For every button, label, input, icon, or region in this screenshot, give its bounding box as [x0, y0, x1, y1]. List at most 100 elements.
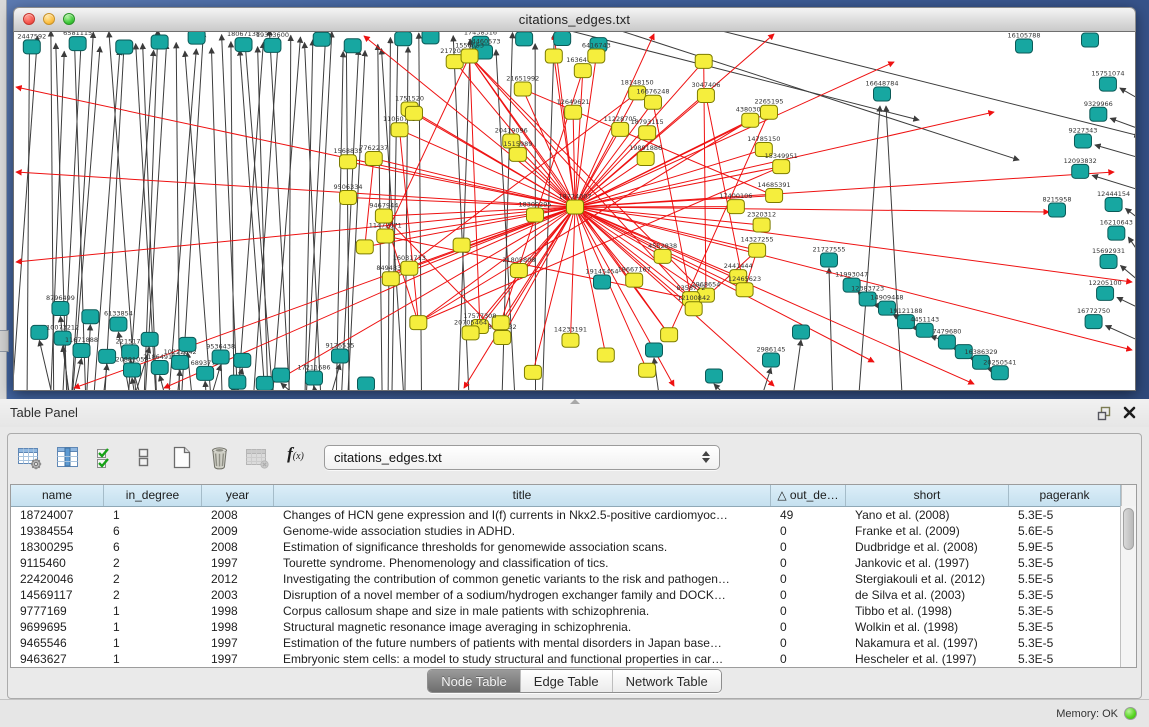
cell-short[interactable]: Tibbo et al. (1998)	[846, 603, 1009, 619]
cell-short[interactable]: Yano et al. (2008)	[846, 507, 1009, 523]
table-row[interactable]: 946362711997Embryonic stem cells: a mode…	[11, 651, 1136, 667]
close-panel-button[interactable]	[1122, 405, 1137, 420]
cell-pagerank[interactable]: 5.3E-5	[1009, 651, 1121, 667]
cell-name[interactable]: 18300295	[11, 539, 104, 555]
cell-name[interactable]: 9777169	[11, 603, 104, 619]
cell-title[interactable]: Embryonic stem cells: a model to study s…	[274, 651, 771, 667]
cell-year[interactable]: 2008	[202, 507, 274, 523]
cell-pagerank[interactable]: 5.3E-5	[1009, 603, 1121, 619]
cell-in_degree[interactable]: 6	[104, 539, 202, 555]
cell-out_degree[interactable]: 49	[771, 507, 846, 523]
zoom-window-button[interactable]	[63, 13, 75, 25]
cell-in_degree[interactable]: 1	[104, 507, 202, 523]
tab-edge-table[interactable]: Edge Table	[520, 670, 612, 692]
cell-out_degree[interactable]: 0	[771, 635, 846, 651]
table-row[interactable]: 2242004622012Investigating the contribut…	[11, 571, 1136, 587]
splitter-collapse-handle[interactable]	[0, 330, 9, 352]
cell-year[interactable]: 2008	[202, 539, 274, 555]
cell-out_degree[interactable]: 0	[771, 539, 846, 555]
cell-out_degree[interactable]: 0	[771, 555, 846, 571]
cell-short[interactable]: Nakamura et al. (1997)	[846, 635, 1009, 651]
vertical-scrollbar[interactable]	[1120, 506, 1136, 667]
cell-name[interactable]: 18724007	[11, 507, 104, 523]
table-row[interactable]: 911546021997Tourette syndrome. Phenomeno…	[11, 555, 1136, 571]
cell-pagerank[interactable]: 5.3E-5	[1009, 587, 1121, 603]
cell-in_degree[interactable]: 6	[104, 523, 202, 539]
table-row[interactable]: 1872400712008Changes of HCN gene express…	[11, 507, 1136, 523]
function-builder-button[interactable]: f(x)	[282, 444, 309, 471]
table-options-button[interactable]	[16, 444, 43, 471]
table-row[interactable]: 977716911998Corpus callosum shape and si…	[11, 603, 1136, 619]
cell-year[interactable]: 1998	[202, 603, 274, 619]
network-canvas[interactable]: 2447592658111521635784180671381930360051…	[13, 32, 1136, 391]
table-row[interactable]: 1938455462009Genome-wide association stu…	[11, 523, 1136, 539]
cell-title[interactable]: Estimation of the future numbers of pati…	[274, 635, 771, 651]
cell-out_degree[interactable]: 0	[771, 603, 846, 619]
cell-out_degree[interactable]: 0	[771, 619, 846, 635]
table-selector-dropdown[interactable]: citations_edges.txt	[324, 445, 720, 470]
cell-in_degree[interactable]: 1	[104, 635, 202, 651]
cell-short[interactable]: Stergiakouli et al. (2012)	[846, 571, 1009, 587]
cell-out_degree[interactable]: 0	[771, 523, 846, 539]
cell-year[interactable]: 1997	[202, 555, 274, 571]
column-header-year[interactable]: year	[202, 485, 274, 506]
column-header-name[interactable]: name	[11, 485, 104, 506]
cell-short[interactable]: Dudbridge et al. (2008)	[846, 539, 1009, 555]
cell-name[interactable]: 9115460	[11, 555, 104, 571]
tab-node-table[interactable]: Node Table	[428, 670, 520, 692]
show-column-button[interactable]	[54, 444, 81, 471]
cell-pagerank[interactable]: 5.9E-5	[1009, 539, 1121, 555]
cell-title[interactable]: Structural magnetic resonance image aver…	[274, 619, 771, 635]
cell-year[interactable]: 1997	[202, 635, 274, 651]
cell-pagerank[interactable]: 5.6E-5	[1009, 523, 1121, 539]
column-header-in_degree[interactable]: in_degree	[104, 485, 202, 506]
cell-out_degree[interactable]: 0	[771, 651, 846, 667]
column-header-title[interactable]: title	[274, 485, 771, 506]
cell-title[interactable]: Corpus callosum shape and size in male p…	[274, 603, 771, 619]
table-row[interactable]: 969969511998Structural magnetic resonanc…	[11, 619, 1136, 635]
cell-short[interactable]: Hescheler et al. (1997)	[846, 651, 1009, 667]
cell-in_degree[interactable]: 1	[104, 603, 202, 619]
select-rows-button[interactable]	[92, 444, 119, 471]
cell-name[interactable]: 9465546	[11, 635, 104, 651]
cell-out_degree[interactable]: 0	[771, 587, 846, 603]
cell-in_degree[interactable]: 2	[104, 571, 202, 587]
cell-in_degree[interactable]: 1	[104, 619, 202, 635]
cell-name[interactable]: 14569117	[11, 587, 104, 603]
cell-in_degree[interactable]: 2	[104, 587, 202, 603]
memory-indicator[interactable]: Memory: OK	[1056, 700, 1137, 727]
cell-title[interactable]: Investigating the contribution of common…	[274, 571, 771, 587]
create-table-button[interactable]	[168, 444, 195, 471]
cell-title[interactable]: Disruption of a novel member of a sodium…	[274, 587, 771, 603]
table-row[interactable]: 1456911722003Disruption of a novel membe…	[11, 587, 1136, 603]
column-header-out_degree[interactable]: △ out_de…	[771, 485, 846, 506]
cell-pagerank[interactable]: 5.3E-5	[1009, 619, 1121, 635]
cell-name[interactable]: 22420046	[11, 571, 104, 587]
row-height-button[interactable]	[130, 444, 157, 471]
cell-name[interactable]: 19384554	[11, 523, 104, 539]
column-header-pagerank[interactable]: pagerank	[1009, 485, 1121, 506]
cell-in_degree[interactable]: 1	[104, 651, 202, 667]
cell-pagerank[interactable]: 5.3E-5	[1009, 635, 1121, 651]
cell-pagerank[interactable]: 5.5E-5	[1009, 571, 1121, 587]
splitter-handle-icon[interactable]	[570, 399, 580, 404]
cell-title[interactable]: Changes of HCN gene expression and I(f) …	[274, 507, 771, 523]
cell-year[interactable]: 2009	[202, 523, 274, 539]
cell-name[interactable]: 9699695	[11, 619, 104, 635]
close-window-button[interactable]	[23, 13, 35, 25]
cell-short[interactable]: de Silva et al. (2003)	[846, 587, 1009, 603]
column-header-short[interactable]: short	[846, 485, 1009, 506]
cell-short[interactable]: Franke et al. (2009)	[846, 523, 1009, 539]
cell-name[interactable]: 9463627	[11, 651, 104, 667]
network-window-titlebar[interactable]: citations_edges.txt	[13, 7, 1136, 32]
cell-pagerank[interactable]: 5.3E-5	[1009, 507, 1121, 523]
cell-short[interactable]: Wolkin et al. (1998)	[846, 619, 1009, 635]
cell-out_degree[interactable]: 0	[771, 571, 846, 587]
scrollbar-thumb[interactable]	[1123, 508, 1134, 550]
table-row[interactable]: 946554611997Estimation of the future num…	[11, 635, 1136, 651]
float-panel-button[interactable]	[1097, 405, 1113, 421]
cell-short[interactable]: Jankovic et al. (1997)	[846, 555, 1009, 571]
cell-title[interactable]: Tourette syndrome. Phenomenology and cla…	[274, 555, 771, 571]
cell-year[interactable]: 1997	[202, 651, 274, 667]
cell-in_degree[interactable]: 2	[104, 555, 202, 571]
